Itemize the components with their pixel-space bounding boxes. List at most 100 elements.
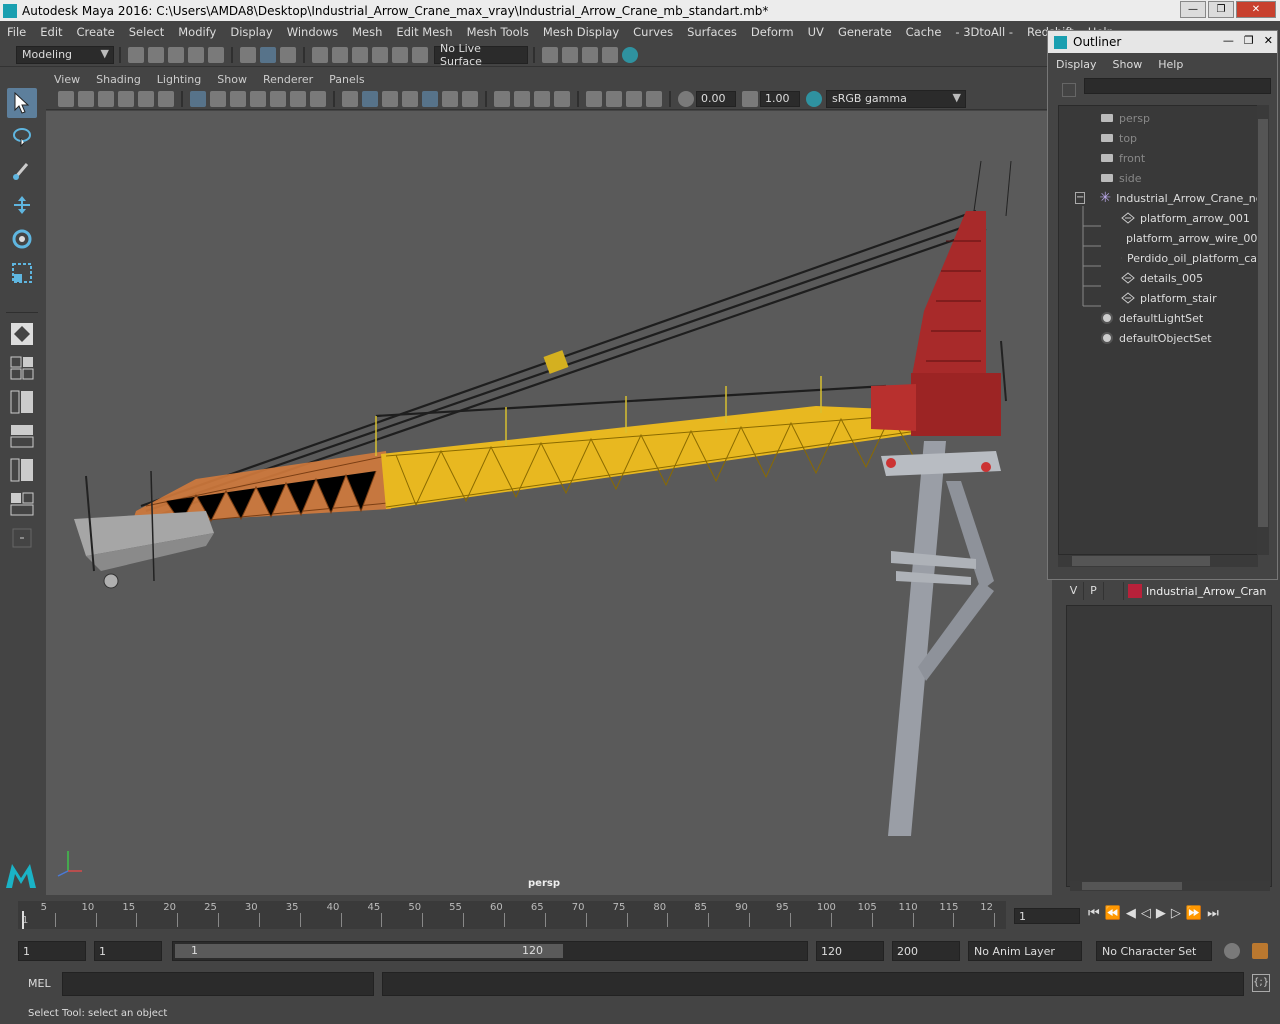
image-plane-icon[interactable] [118,90,134,107]
anti-aliasing-icon[interactable] [534,90,550,107]
depth-of-field-icon[interactable] [554,90,570,107]
resolution-gate-icon[interactable] [230,90,246,107]
paint-select-tool-button[interactable] [7,156,37,186]
select-tool-button[interactable] [7,88,37,118]
animation-start-field[interactable]: 1 [18,941,86,961]
menu-curves[interactable]: Curves [626,25,680,39]
camera-attributes-icon[interactable] [78,90,94,107]
auto-key-icon[interactable] [1224,943,1240,959]
menu-display[interactable]: Display [223,25,279,39]
film-gate-icon[interactable] [210,90,226,107]
ambient-occlusion-icon[interactable] [494,90,510,107]
outliner-item-side[interactable]: side [1059,168,1257,188]
outliner-item-persp[interactable]: persp [1059,108,1257,128]
outliner-menu-show[interactable]: Show [1105,58,1151,71]
2d-pan-zoom-icon[interactable] [138,90,154,107]
snap-view-icon[interactable] [372,46,388,63]
safe-action-icon[interactable] [290,90,306,107]
anim-layer-dropdown[interactable]: No Anim Layer [968,941,1082,961]
textured-icon[interactable] [422,90,438,107]
outliner-item-set[interactable]: defaultObjectSet [1059,328,1257,348]
go-to-start-icon[interactable]: ⏮ [1088,906,1100,921]
menu-surfaces[interactable]: Surfaces [680,25,744,39]
grid-icon[interactable] [190,90,206,107]
time-ruler[interactable]: 1 5 10 15 20 25 30 35 40 45 50 55 60 65 70 75 80 85 90 95 1… [18,901,1006,929]
hypershade-icon[interactable] [622,46,638,63]
layer-playback-toggle[interactable]: P [1084,582,1104,600]
grease-pencil-icon[interactable] [158,90,174,107]
step-forward-key-icon[interactable]: ⏩ [1186,906,1202,921]
undo-icon[interactable] [188,46,204,63]
exposure-field[interactable]: 0.00 [696,90,736,107]
open-scene-icon[interactable] [148,46,164,63]
smooth-shade-icon[interactable] [362,90,378,107]
outliner-minimize-button[interactable]: — [1223,34,1234,47]
snap-surface-icon[interactable] [392,46,408,63]
gamma-field[interactable]: 1.00 [760,90,800,107]
lasso-tool-button[interactable] [7,122,37,152]
gamma-icon[interactable] [742,90,758,107]
menu-mesh-tools[interactable]: Mesh Tools [460,25,536,39]
color-management-icon[interactable] [806,90,822,107]
exposure-icon[interactable] [678,90,694,107]
menu-deform[interactable]: Deform [744,25,801,39]
menu-edit-mesh[interactable]: Edit Mesh [389,25,459,39]
menu-select[interactable]: Select [122,25,171,39]
safe-title-icon[interactable] [310,90,326,107]
snap-grid-icon[interactable] [312,46,328,63]
hypershade-layout-button[interactable] [7,489,37,519]
shadows-icon[interactable] [462,90,478,107]
range-slider-track[interactable]: 1 120 [172,941,808,961]
close-button[interactable]: ✕ [1236,1,1276,18]
xray-joints-icon[interactable] [606,90,622,107]
panel-menu-lighting[interactable]: Lighting [149,73,209,86]
menu-modify[interactable]: Modify [171,25,223,39]
select-object-icon[interactable] [260,46,276,63]
menu-mesh[interactable]: Mesh [345,25,389,39]
collapse-toggle-icon[interactable]: − [1075,192,1086,204]
viewport-persp[interactable]: persp [46,111,1052,895]
select-component-icon[interactable] [280,46,296,63]
bookmark-icon[interactable] [98,90,114,107]
panel-menu-panels[interactable]: Panels [321,73,372,86]
step-back-key-icon[interactable]: ⏪ [1105,906,1121,921]
menu-cache[interactable]: Cache [899,25,949,39]
render-settings-icon[interactable] [602,46,618,63]
outliner-maximize-button[interactable]: ❐ [1244,34,1254,47]
playback-end-field[interactable]: 120 [816,941,884,961]
outliner-close-button[interactable]: ✕ [1264,34,1273,47]
backface-culling-icon[interactable] [646,90,662,107]
motion-blur-icon[interactable] [514,90,530,107]
menu-create[interactable]: Create [70,25,122,39]
menu-3dtoall[interactable]: - 3DtoAll - [948,25,1020,39]
wireframe-icon[interactable] [342,90,358,107]
current-frame-field[interactable]: 1 [1014,908,1080,924]
outliner-horizontal-scrollbar[interactable] [1058,555,1258,567]
live-surface-field[interactable]: No Live Surface [434,42,528,68]
menu-file[interactable]: File [0,25,33,39]
minimize-button[interactable]: — [1180,1,1206,18]
cmd-language-label[interactable]: MEL [28,977,51,990]
menu-windows[interactable]: Windows [280,25,345,39]
playhead[interactable] [22,911,24,929]
select-hierarchy-icon[interactable] [240,46,256,63]
layer-type-toggle[interactable] [1104,582,1124,600]
maximize-button[interactable]: ❐ [1208,1,1234,18]
single-view-button[interactable] [7,319,37,349]
camera-select-icon[interactable] [58,90,74,107]
filter-icon[interactable] [1062,83,1076,97]
step-back-frame-icon[interactable]: ◀ [1126,906,1136,921]
command-input[interactable] [62,972,374,996]
snap-vertex-icon[interactable] [412,46,428,63]
stacked-layout-button[interactable] [7,455,37,485]
move-tool-button[interactable] [7,190,37,220]
graph-layout-button[interactable] [7,421,37,451]
outliner-search-input[interactable] [1084,78,1271,94]
outliner-titlebar[interactable]: Outliner — ❐ ✕ [1048,31,1277,53]
render-view-icon[interactable] [562,46,578,63]
play-backward-icon[interactable]: ◁ [1141,906,1151,921]
ipr-render-icon[interactable] [582,46,598,63]
menu-mesh-display[interactable]: Mesh Display [536,25,626,39]
outliner-menu-help[interactable]: Help [1150,58,1191,71]
play-forward-icon[interactable]: ▶ [1156,906,1166,921]
